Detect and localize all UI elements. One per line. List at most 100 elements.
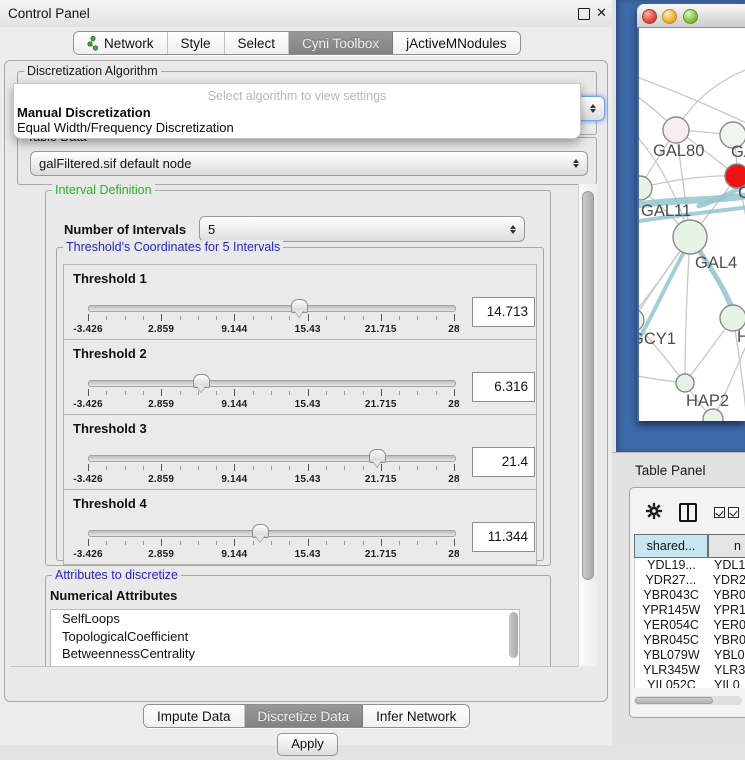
slider-tick-label: 21.715: [365, 549, 397, 560]
tab-jactivemnodules[interactable]: jActiveMNodules: [393, 32, 520, 54]
table-row[interactable]: YLR345WYLR3: [635, 663, 745, 678]
network-canvas[interactable]: GAL80GACGAL11GAL4GCY1HHAP2: [639, 28, 745, 421]
cell-shared-name[interactable]: YLR345W: [635, 663, 708, 678]
table-row[interactable]: YBR043CYBR0: [635, 588, 745, 603]
tab-impute-data[interactable]: Impute Data: [144, 705, 245, 727]
gear-icon[interactable]: [645, 502, 663, 523]
checkbox-checked-icon[interactable]: [714, 507, 725, 518]
checkbox-checked-icon[interactable]: [728, 507, 739, 518]
slider-tick: [234, 464, 235, 471]
attribute-item-betweennesscentrality[interactable]: BetweennessCentrality: [51, 645, 519, 663]
columns-icon[interactable]: [679, 503, 697, 522]
cell-name[interactable]: YER0: [707, 618, 745, 633]
cell-name[interactable]: YBR0: [707, 633, 745, 648]
threshold-slider[interactable]: -3.4262.8599.14415.4321.71528: [88, 524, 454, 562]
threshold-slider[interactable]: -3.4262.8599.14415.4321.71528: [88, 374, 454, 412]
close-icon[interactable]: ✕: [596, 5, 607, 21]
tab-style[interactable]: Style: [168, 32, 225, 54]
list-scrollbar-thumb[interactable]: [509, 612, 518, 658]
slider-tick-label: 28: [448, 549, 460, 560]
algorithm-option-equal-width-frequency[interactable]: Equal Width/Frequency Discretization: [17, 120, 234, 135]
table-data-combobox[interactable]: galFiltered.sif default node: [30, 151, 588, 176]
table-hscrollbar[interactable]: [634, 696, 742, 705]
cell-shared-name[interactable]: YPR145W: [635, 603, 707, 618]
slider-thumb[interactable]: [369, 449, 386, 463]
threshold-value-field[interactable]: 21.4: [472, 447, 535, 477]
cell-shared-name[interactable]: YBL079W: [635, 648, 708, 663]
settings-scrollbar[interactable]: [578, 184, 597, 666]
slider-thumb[interactable]: [252, 524, 269, 538]
cell-shared-name[interactable]: YDR27...: [635, 573, 707, 588]
slider-track[interactable]: [88, 380, 456, 387]
cell-name[interactable]: YBR0: [707, 588, 745, 603]
tab-label: Select: [238, 36, 276, 51]
network-node-label: GAL4: [695, 254, 737, 272]
table-row[interactable]: YBR045CYBR0: [635, 633, 745, 648]
table-row[interactable]: YBL079WYBL0: [635, 648, 745, 663]
cell-name[interactable]: YLR3: [708, 663, 745, 678]
cell-name[interactable]: YDL1: [708, 558, 745, 573]
threshold-value-field[interactable]: 6.316: [472, 372, 535, 402]
slider-tick-label: 9.144: [221, 549, 247, 560]
cell-name[interactable]: YDR2: [707, 573, 745, 588]
tab-network[interactable]: Network: [74, 32, 168, 54]
cell-shared-name[interactable]: YER054C: [635, 618, 707, 633]
slider-track[interactable]: [88, 305, 456, 312]
table-row[interactable]: YIL052CYIL0: [635, 678, 745, 688]
stepper-icon: [573, 159, 579, 168]
column-header-name[interactable]: n: [708, 534, 745, 558]
table-body[interactable]: YDL19...YDL1YDR27...YDR2YBR043CYBR0YPR14…: [634, 558, 745, 688]
threshold-slider[interactable]: -3.4262.8599.14415.4321.71528: [88, 449, 454, 487]
cell-name[interactable]: YPR1: [707, 603, 745, 618]
network-window-titlebar[interactable]: [637, 4, 745, 28]
column-header-shared[interactable]: shared...: [634, 534, 708, 558]
number-of-intervals-combobox[interactable]: 5: [199, 216, 525, 242]
slider-tick-label: 21.715: [365, 324, 397, 335]
attributes-group-label: Attributes to discretize: [52, 568, 181, 582]
slider-track[interactable]: [88, 455, 456, 462]
float-icon[interactable]: [578, 8, 590, 20]
slider-tick: [125, 541, 126, 545]
close-traffic-light-icon[interactable]: [642, 9, 657, 24]
attribute-item-topologicalcoefficient[interactable]: TopologicalCoefficient: [51, 628, 519, 646]
numerical-attributes-list[interactable]: SelfLoopsTopologicalCoefficientBetweenne…: [50, 609, 520, 667]
table-hscrollbar-thumb[interactable]: [635, 697, 713, 704]
table-row[interactable]: YDR27...YDR2: [635, 573, 745, 588]
slider-tick: [454, 389, 455, 396]
cell-name[interactable]: YBL0: [708, 648, 745, 663]
threshold-value-field[interactable]: 11.344: [472, 522, 535, 552]
slider-thumb[interactable]: [291, 299, 308, 313]
threshold-value-field[interactable]: 14.713: [472, 297, 535, 327]
network-node-gal4[interactable]: [673, 220, 707, 254]
tab-cyni-toolbox[interactable]: Cyni Toolbox: [289, 32, 393, 54]
algorithm-option-manual-discretization[interactable]: Manual Discretization: [17, 105, 151, 120]
numerical-attributes-label: Numerical Attributes: [50, 588, 177, 603]
slider-tick: [399, 541, 400, 545]
table-row[interactable]: YER054CYER0: [635, 618, 745, 633]
cell-shared-name[interactable]: YBR045C: [635, 633, 707, 648]
attribute-item-selfloops[interactable]: SelfLoops: [51, 610, 519, 628]
tab-select[interactable]: Select: [225, 32, 290, 54]
threshold-slider[interactable]: -3.4262.8599.14415.4321.71528: [88, 299, 454, 337]
minimize-traffic-light-icon[interactable]: [662, 9, 677, 24]
slider-tick: [344, 466, 345, 470]
cell-shared-name[interactable]: YIL052C: [635, 678, 708, 688]
slider-thumb[interactable]: [193, 374, 210, 388]
table-row[interactable]: YPR145WYPR1: [635, 603, 745, 618]
table-row[interactable]: YDL19...YDL1: [635, 558, 745, 573]
tab-infer-network[interactable]: Infer Network: [363, 705, 469, 727]
slider-tick: [326, 316, 327, 320]
cell-shared-name[interactable]: YBR043C: [635, 588, 707, 603]
cell-name[interactable]: YIL0: [708, 678, 745, 688]
stepper-icon: [510, 225, 516, 234]
network-node-gal80[interactable]: [663, 117, 689, 143]
cell-shared-name[interactable]: YDL19...: [635, 558, 708, 573]
network-node-hap2[interactable]: [676, 374, 694, 392]
slider-track[interactable]: [88, 530, 456, 537]
tab-discretize-data[interactable]: Discretize Data: [245, 705, 364, 727]
slider-tick: [308, 314, 309, 321]
zoom-traffic-light-icon[interactable]: [683, 9, 698, 24]
settings-scrollbar-thumb[interactable]: [582, 191, 594, 580]
stepper-icon: [590, 104, 596, 113]
slider-tick-label: -3.426: [73, 399, 103, 410]
